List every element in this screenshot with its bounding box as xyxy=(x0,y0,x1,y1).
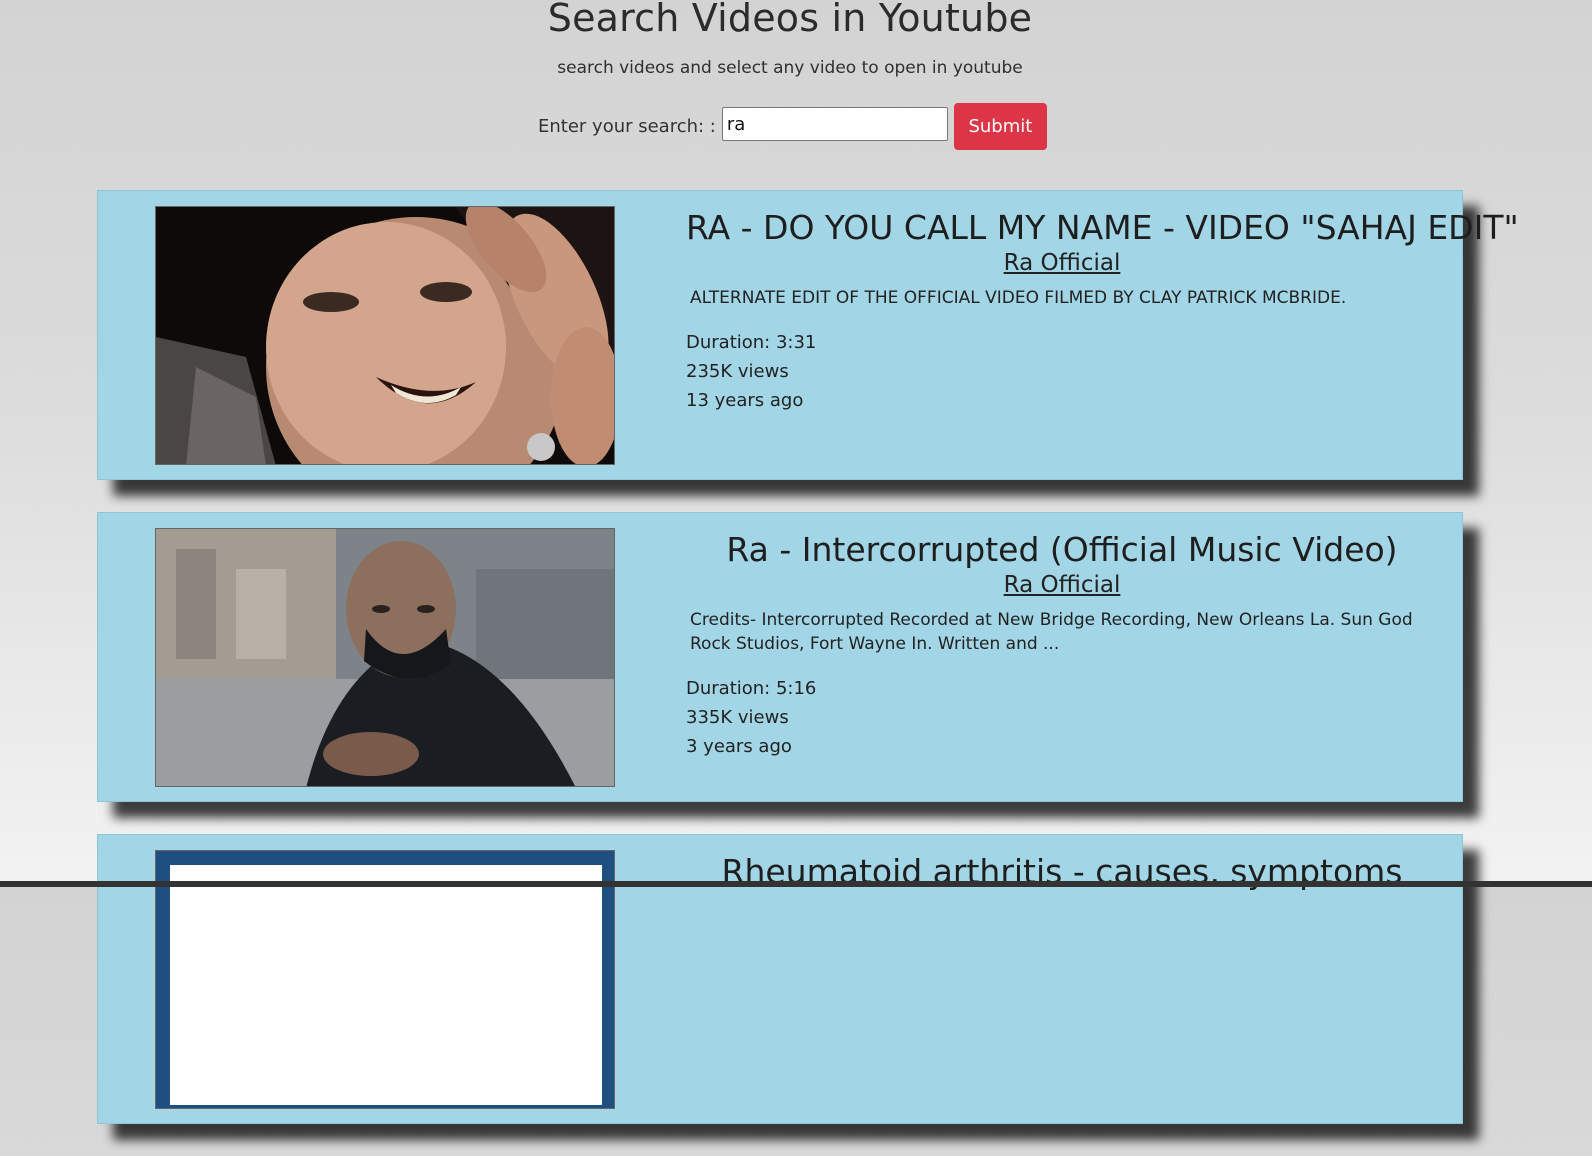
thumbnail-image xyxy=(156,529,614,786)
video-info: RA - DO YOU CALL MY NAME - VIDEO "SAHAJ … xyxy=(686,191,1519,415)
video-views: 335K views xyxy=(686,707,789,728)
submit-button[interactable]: Submit xyxy=(953,102,1047,150)
video-meta: Duration: 5:16 335K views 3 years ago xyxy=(686,674,1438,761)
video-age: 13 years ago xyxy=(686,390,804,411)
video-thumbnail[interactable] xyxy=(155,206,615,465)
video-info: Ra - Intercorrupted (Official Music Vide… xyxy=(686,513,1438,761)
page-subtitle: search videos and select any video to op… xyxy=(557,58,1023,78)
video-card[interactable]: RA - DO YOU CALL MY NAME - VIDEO "SAHAJ … xyxy=(97,190,1519,480)
video-duration: Duration: 5:16 xyxy=(686,678,817,699)
video-views: 235K views xyxy=(686,361,789,382)
search-input[interactable] xyxy=(721,107,948,141)
search-form: Enter your search: : Submit xyxy=(538,102,1047,150)
video-meta: Duration: 3:31 235K views 13 years ago xyxy=(686,328,1438,415)
channel-link[interactable]: Ra Official xyxy=(686,248,1438,278)
thumbnail-image xyxy=(156,851,614,1108)
video-thumbnail[interactable] xyxy=(155,850,615,1109)
video-thumbnail[interactable] xyxy=(155,528,615,787)
video-description: ALTERNATE EDIT OF THE OFFICIAL VIDEO FIL… xyxy=(690,288,1347,308)
video-card[interactable]: Rheumatoid arthritis - causes, symptoms xyxy=(97,834,1463,1124)
video-title[interactable]: RA - DO YOU CALL MY NAME - VIDEO "SAHAJ … xyxy=(686,208,1519,248)
video-title[interactable]: Ra - Intercorrupted (Official Music Vide… xyxy=(686,530,1438,570)
page-title: Search Videos in Youtube xyxy=(547,0,1033,40)
results-list: RA - DO YOU CALL MY NAME - VIDEO "SAHAJ … xyxy=(97,190,1519,1156)
video-duration: Duration: 3:31 xyxy=(686,332,817,353)
video-description: Credits- Intercorrupted Recorded at New … xyxy=(690,610,1413,654)
taskbar xyxy=(0,881,1592,887)
thumbnail-image xyxy=(156,207,614,464)
video-age: 3 years ago xyxy=(686,736,792,757)
search-label: Enter your search: : xyxy=(538,115,716,137)
channel-link[interactable]: Ra Official xyxy=(686,570,1438,600)
video-card[interactable]: Ra - Intercorrupted (Official Music Vide… xyxy=(97,512,1463,802)
